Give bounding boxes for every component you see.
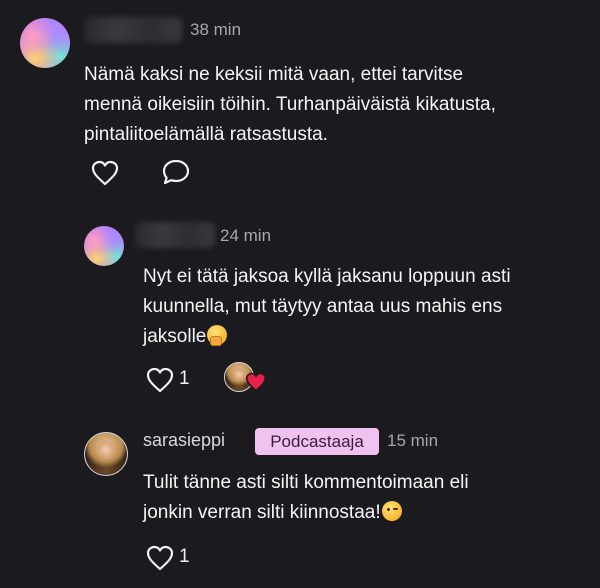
comment-text: Tulit tänne asti silti kommentoimaan eli…	[143, 472, 469, 523]
comment-time: 15 min	[387, 431, 439, 450]
comment-time: 38 min	[190, 20, 242, 39]
like-count: 1	[179, 368, 190, 389]
heart-outline-icon[interactable]	[146, 545, 174, 571]
winking-face-emoji	[381, 501, 402, 521]
comment-text: Nämä kaksi ne keksii mitä vaan, ettei ta…	[84, 64, 496, 145]
avatar[interactable]	[84, 226, 124, 266]
hand-over-mouth-emoji	[207, 325, 228, 346]
heart-outline-icon[interactable]	[91, 160, 119, 186]
creator-badge: Podcastaaja	[255, 428, 379, 455]
heart-outline-icon[interactable]	[146, 367, 174, 393]
red-heart-icon	[245, 372, 267, 392]
author-name-blurred[interactable]	[84, 17, 182, 43]
comment-text: Nyt ei tätä jaksoa kyllä jaksanu loppuun…	[143, 266, 511, 347]
author-name[interactable]: sarasieppi	[143, 430, 225, 451]
author-name-blurred[interactable]	[135, 222, 215, 248]
avatar[interactable]	[20, 18, 70, 68]
comment-time: 24 min	[220, 226, 272, 245]
speech-bubble-icon[interactable]	[161, 158, 191, 186]
avatar[interactable]	[84, 432, 128, 476]
like-count: 1	[179, 546, 190, 567]
